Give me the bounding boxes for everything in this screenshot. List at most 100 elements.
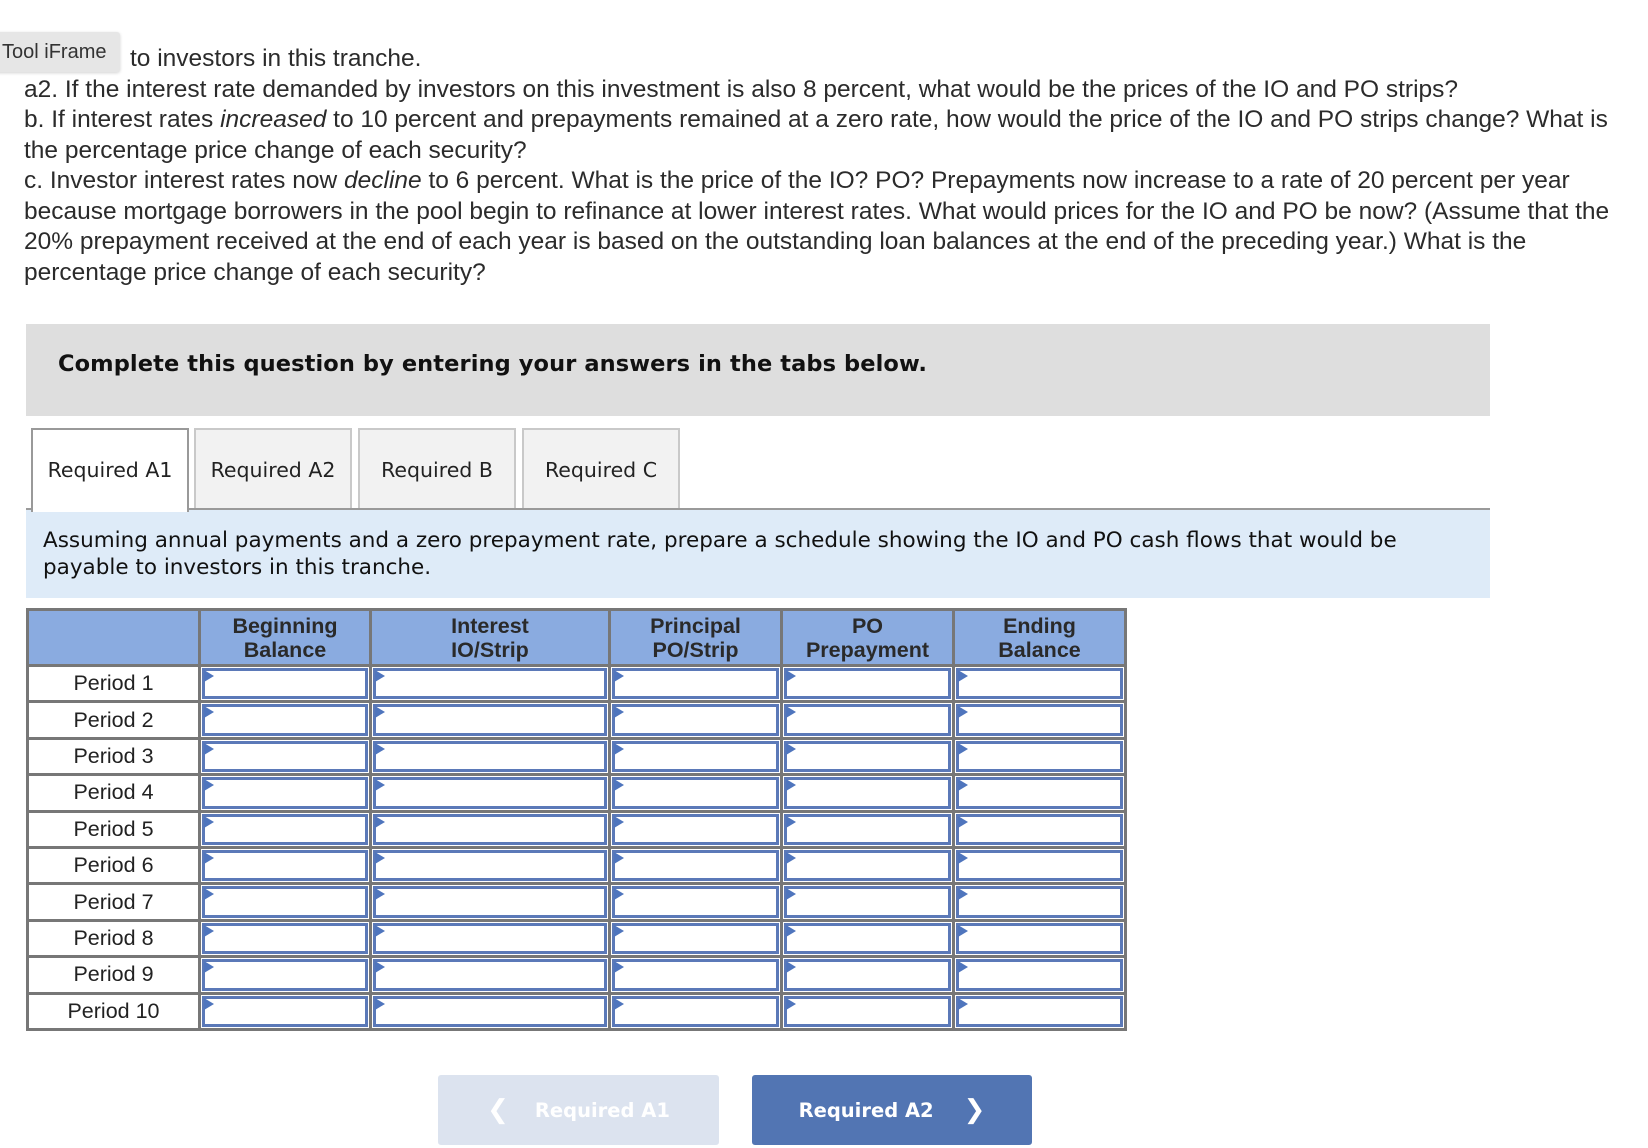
next-button[interactable]: Required A2 ❯ xyxy=(752,1075,1032,1145)
beginning-balance-input[interactable] xyxy=(202,813,368,845)
po-prepayment-input[interactable] xyxy=(784,959,951,991)
principal-po-strip-input[interactable] xyxy=(612,995,779,1027)
principal-po-strip-input[interactable] xyxy=(612,668,779,700)
interest-io-strip-input[interactable] xyxy=(373,704,607,736)
prev-button-label: Required A1 xyxy=(534,1098,670,1122)
table-header-row: Beginning Balance Interest IO/Strip Princi… xyxy=(26,608,1127,667)
interest-io-strip-input[interactable] xyxy=(373,740,607,773)
cell-ending-balance xyxy=(952,809,1127,849)
cell-ending-balance xyxy=(952,845,1127,886)
cell-principal-po-strip xyxy=(608,736,783,777)
question-c: c. Investor interest rates now decline t… xyxy=(24,166,1624,288)
period-label: Period 5 xyxy=(26,809,201,849)
ending-balance-input[interactable] xyxy=(956,849,1123,882)
ending-balance-input[interactable] xyxy=(956,959,1123,991)
principal-po-strip-input[interactable] xyxy=(612,922,779,955)
po-prepayment-input[interactable] xyxy=(784,704,951,736)
header-ending-balance: Ending Balance xyxy=(952,608,1127,667)
principal-po-strip-input[interactable] xyxy=(612,704,779,736)
po-prepayment-input[interactable] xyxy=(784,995,951,1027)
cell-ending-balance xyxy=(952,736,1127,777)
tab-required-a2[interactable]: Required A2 xyxy=(194,428,352,508)
prev-button[interactable]: ❮ Required A1 xyxy=(438,1075,719,1145)
period-label: Period 8 xyxy=(26,918,201,959)
beginning-balance-input[interactable] xyxy=(202,777,368,809)
po-prepayment-input[interactable] xyxy=(784,813,951,845)
cell-beginning-balance xyxy=(198,882,372,922)
cell-interest-io-strip xyxy=(369,700,611,740)
header-beginning-balance: Beginning Balance xyxy=(198,608,372,667)
po-prepayment-input[interactable] xyxy=(784,886,951,918)
principal-po-strip-input[interactable] xyxy=(612,959,779,991)
interest-io-strip-input[interactable] xyxy=(373,813,607,845)
table-row: Period 2 xyxy=(26,700,1127,740)
schedule-table: Beginning Balance Interest IO/Strip Princi… xyxy=(26,608,1127,1031)
principal-po-strip-input[interactable] xyxy=(612,777,779,809)
cell-ending-balance xyxy=(952,991,1127,1031)
cell-ending-balance xyxy=(952,955,1127,995)
beginning-balance-input[interactable] xyxy=(202,959,368,991)
ending-balance-input[interactable] xyxy=(956,777,1123,809)
principal-po-strip-input[interactable] xyxy=(612,813,779,845)
ending-balance-input[interactable] xyxy=(956,922,1123,955)
principal-po-strip-input[interactable] xyxy=(612,886,779,918)
cell-po-prepayment xyxy=(780,991,955,1031)
table-row: Period 1 xyxy=(26,663,1127,704)
cell-po-prepayment xyxy=(780,918,955,959)
beginning-balance-input[interactable] xyxy=(202,849,368,882)
period-label: Period 6 xyxy=(26,845,201,886)
cell-interest-io-strip xyxy=(369,845,611,886)
ending-balance-input[interactable] xyxy=(956,740,1123,773)
cell-interest-io-strip xyxy=(369,991,611,1031)
ending-balance-input[interactable] xyxy=(956,886,1123,918)
next-button-label: Required A2 xyxy=(798,1098,934,1122)
ending-balance-input[interactable] xyxy=(956,995,1123,1027)
po-prepayment-input[interactable] xyxy=(784,740,951,773)
po-prepayment-input[interactable] xyxy=(784,922,951,955)
cell-po-prepayment xyxy=(780,773,955,813)
chevron-left-icon: ❮ xyxy=(487,1095,509,1125)
cell-po-prepayment xyxy=(780,809,955,849)
cell-principal-po-strip xyxy=(608,845,783,886)
interest-io-strip-input[interactable] xyxy=(373,959,607,991)
tab-required-c[interactable]: Required C xyxy=(522,428,680,508)
tab-required-b[interactable]: Required B xyxy=(358,428,516,508)
beginning-balance-input[interactable] xyxy=(202,922,368,955)
instruction-text: Complete this question by entering your … xyxy=(58,351,928,377)
header-principal-po-strip: Principal PO/Strip xyxy=(608,608,783,667)
table-row: Period 4 xyxy=(26,773,1127,813)
ending-balance-input[interactable] xyxy=(956,704,1123,736)
cell-beginning-balance xyxy=(198,955,372,995)
cell-principal-po-strip xyxy=(608,700,783,740)
interest-io-strip-input[interactable] xyxy=(373,668,607,700)
cell-principal-po-strip xyxy=(608,773,783,813)
cell-ending-balance xyxy=(952,882,1127,922)
interest-io-strip-input[interactable] xyxy=(373,849,607,882)
tab-required-a1[interactable]: Required A1 xyxy=(31,428,189,512)
cell-principal-po-strip xyxy=(608,955,783,995)
interest-io-strip-input[interactable] xyxy=(373,922,607,955)
po-prepayment-input[interactable] xyxy=(784,668,951,700)
beginning-balance-input[interactable] xyxy=(202,995,368,1027)
interest-io-strip-input[interactable] xyxy=(373,886,607,918)
interest-io-strip-input[interactable] xyxy=(373,777,607,809)
period-label: Period 4 xyxy=(26,773,201,813)
prompt-box: Assuming annual payments and a zero prep… xyxy=(26,510,1490,598)
beginning-balance-input[interactable] xyxy=(202,668,368,700)
beginning-balance-input[interactable] xyxy=(202,740,368,773)
po-prepayment-input[interactable] xyxy=(784,849,951,882)
po-prepayment-input[interactable] xyxy=(784,777,951,809)
period-label: Period 2 xyxy=(26,700,201,740)
cell-beginning-balance xyxy=(198,845,372,886)
period-label: Period 10 xyxy=(26,991,201,1031)
ending-balance-input[interactable] xyxy=(956,668,1123,700)
principal-po-strip-input[interactable] xyxy=(612,740,779,773)
principal-po-strip-input[interactable] xyxy=(612,849,779,882)
beginning-balance-input[interactable] xyxy=(202,886,368,918)
interest-io-strip-input[interactable] xyxy=(373,995,607,1027)
beginning-balance-input[interactable] xyxy=(202,704,368,736)
cell-ending-balance xyxy=(952,918,1127,959)
ending-balance-input[interactable] xyxy=(956,813,1123,845)
cell-principal-po-strip xyxy=(608,991,783,1031)
question-b-emphasis: increased xyxy=(220,106,327,133)
